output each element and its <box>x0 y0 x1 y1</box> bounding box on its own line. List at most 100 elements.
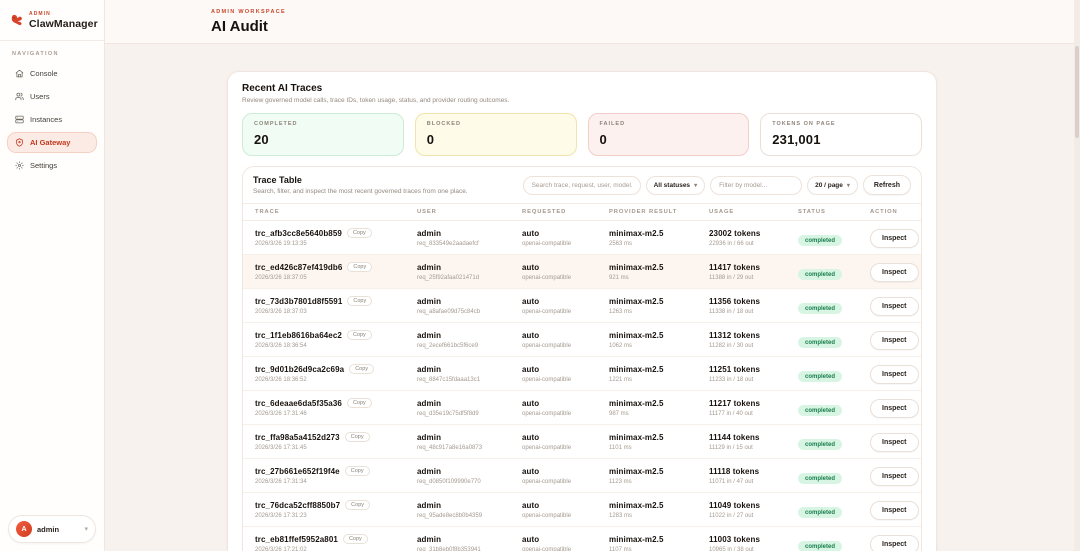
sidebar-item-label: Instances <box>30 115 62 124</box>
inspect-button[interactable]: Inspect <box>870 263 919 282</box>
row-requested-provider: openai-compatible <box>522 343 609 349</box>
copy-button[interactable]: Copy <box>345 466 370 476</box>
inspect-button[interactable]: Inspect <box>870 297 919 316</box>
row-request-id: req_2ecef661bc5f6ce9 <box>417 343 522 349</box>
sidebar-item-label: Settings <box>30 161 57 170</box>
stat-card: BLOCKED 0 <box>415 113 577 156</box>
inspect-button[interactable]: Inspect <box>870 535 919 551</box>
chevron-down-icon: ▾ <box>847 182 850 189</box>
status-badge: completed <box>798 337 842 348</box>
model-filter-input[interactable] <box>710 176 802 195</box>
trace-id: trc_eb81ffef5952a801 <box>255 535 338 544</box>
row-tokens-detail: 11177 in / 40 out <box>709 411 798 417</box>
table-row: trc_eb81ffef5952a801 Copy 2026/3/26 17:2… <box>243 527 921 551</box>
page-scrollbar[interactable] <box>1074 0 1080 551</box>
copy-button[interactable]: Copy <box>343 534 368 544</box>
inspect-button[interactable]: Inspect <box>870 399 919 418</box>
row-tokens-total: 11356 tokens <box>709 297 798 306</box>
trace-table-controls: All statuses ▾ 20 / page ▾ Refresh <box>523 175 911 195</box>
row-user: admin <box>417 535 522 544</box>
row-tokens-total: 11144 tokens <box>709 433 798 442</box>
sidebar-item-ai-gateway[interactable]: AI Gateway <box>7 132 97 153</box>
content: Recent AI Traces Review governed model c… <box>105 44 1080 551</box>
status-badge: completed <box>798 269 842 280</box>
row-requested-mode: auto <box>522 433 609 442</box>
sidebar-item-console[interactable]: Console <box>7 63 97 84</box>
row-latency: 921 ms <box>609 275 709 281</box>
stat-card: COMPLETED 20 <box>242 113 404 156</box>
row-tokens-detail: 22936 in / 66 out <box>709 241 798 247</box>
page-size-select[interactable]: 20 / page ▾ <box>807 176 858 195</box>
trace-id: trc_73d3b7801d8f5591 <box>255 297 342 306</box>
copy-button[interactable]: Copy <box>347 228 372 238</box>
claw-logo-icon <box>9 13 24 28</box>
stat-label: FAILED <box>600 121 738 127</box>
scrollbar-thumb[interactable] <box>1075 46 1079 138</box>
table-column-headers: TRACE USER REQUESTED PROVIDER RESULT USA… <box>243 203 921 221</box>
copy-button[interactable]: Copy <box>347 262 372 272</box>
sidebar-item-users[interactable]: Users <box>7 86 97 107</box>
sidebar: ADMIN ClawManager NAVIGATION Console Use… <box>0 0 105 551</box>
row-provider-model: minimax-m2.5 <box>609 331 709 340</box>
row-provider-model: minimax-m2.5 <box>609 535 709 544</box>
trace-table-subtitle: Search, filter, and inspect the most rec… <box>253 188 468 195</box>
row-tokens-detail: 11388 in / 29 out <box>709 275 798 281</box>
table-row: trc_9d01b26d9ca2c69a Copy 2026/3/26 18:3… <box>243 357 921 391</box>
row-tokens-detail: 11071 in / 47 out <box>709 479 798 485</box>
row-requested-mode: auto <box>522 263 609 272</box>
row-latency: 1062 ms <box>609 343 709 349</box>
trace-timestamp: 2026/3/26 17:21:02 <box>255 547 417 551</box>
row-tokens-detail: 10965 in / 38 out <box>709 547 798 551</box>
stat-value: 20 <box>254 132 392 147</box>
status-filter-select[interactable]: All statuses ▾ <box>646 176 706 195</box>
trace-timestamp: 2026/3/26 17:31:23 <box>255 513 417 519</box>
trace-id: trc_76dca52cff8850b7 <box>255 501 340 510</box>
trace-timestamp: 2026/3/26 18:36:52 <box>255 377 417 383</box>
row-user: admin <box>417 399 522 408</box>
inspect-button[interactable]: Inspect <box>870 365 919 384</box>
refresh-button[interactable]: Refresh <box>863 175 911 195</box>
inspect-button[interactable]: Inspect <box>870 467 919 486</box>
sidebar-item-instances[interactable]: Instances <box>7 109 97 130</box>
copy-button[interactable]: Copy <box>349 364 374 374</box>
table-row: trc_76dca52cff8850b7 Copy 2026/3/26 17:3… <box>243 493 921 527</box>
row-requested-provider: openai-compatible <box>522 445 609 451</box>
app-window: ADMIN ClawManager NAVIGATION Console Use… <box>0 0 1080 551</box>
inspect-button[interactable]: Inspect <box>870 331 919 350</box>
trace-table-panel: Trace Table Search, filter, and inspect … <box>242 166 922 551</box>
row-latency: 1123 ms <box>609 479 709 485</box>
table-row: trc_6deaae6da5f35a36 Copy 2026/3/26 17:3… <box>243 391 921 425</box>
search-input[interactable] <box>523 176 641 195</box>
inspect-button[interactable]: Inspect <box>870 433 919 452</box>
row-latency: 1283 ms <box>609 513 709 519</box>
copy-button[interactable]: Copy <box>347 296 372 306</box>
copy-button[interactable]: Copy <box>345 432 370 442</box>
column-header: USER <box>417 209 522 215</box>
row-requested-mode: auto <box>522 399 609 408</box>
stat-card: FAILED 0 <box>588 113 750 156</box>
stat-label: BLOCKED <box>427 121 565 127</box>
chevron-down-icon: ▾ <box>694 182 697 189</box>
inspect-button[interactable]: Inspect <box>870 229 919 248</box>
copy-button[interactable]: Copy <box>345 500 370 510</box>
status-badge: completed <box>798 303 842 314</box>
trace-timestamp: 2026/3/26 18:37:03 <box>255 309 417 315</box>
inspect-button[interactable]: Inspect <box>870 501 919 520</box>
row-tokens-detail: 11338 in / 18 out <box>709 309 798 315</box>
copy-button[interactable]: Copy <box>347 398 372 408</box>
row-request-id: req_8847c15fdaaa13c1 <box>417 377 522 383</box>
row-tokens-total: 11049 tokens <box>709 501 798 510</box>
status-badge: completed <box>798 507 842 518</box>
row-tokens-total: 11312 tokens <box>709 331 798 340</box>
row-provider-model: minimax-m2.5 <box>609 467 709 476</box>
table-row: trc_1f1eb8616ba64ec2 Copy 2026/3/26 18:3… <box>243 323 921 357</box>
chevron-down-icon: ▾ <box>84 526 88 533</box>
user-name: admin <box>37 525 59 534</box>
user-menu-button[interactable]: A admin ▾ <box>8 515 96 543</box>
copy-button[interactable]: Copy <box>347 330 372 340</box>
brand-name: ClawManager <box>29 18 98 30</box>
recent-traces-card: Recent AI Traces Review governed model c… <box>227 71 937 551</box>
column-header: STATUS <box>798 209 870 215</box>
sidebar-item-settings[interactable]: Settings <box>7 155 97 176</box>
trace-timestamp: 2026/3/26 19:13:35 <box>255 241 417 247</box>
